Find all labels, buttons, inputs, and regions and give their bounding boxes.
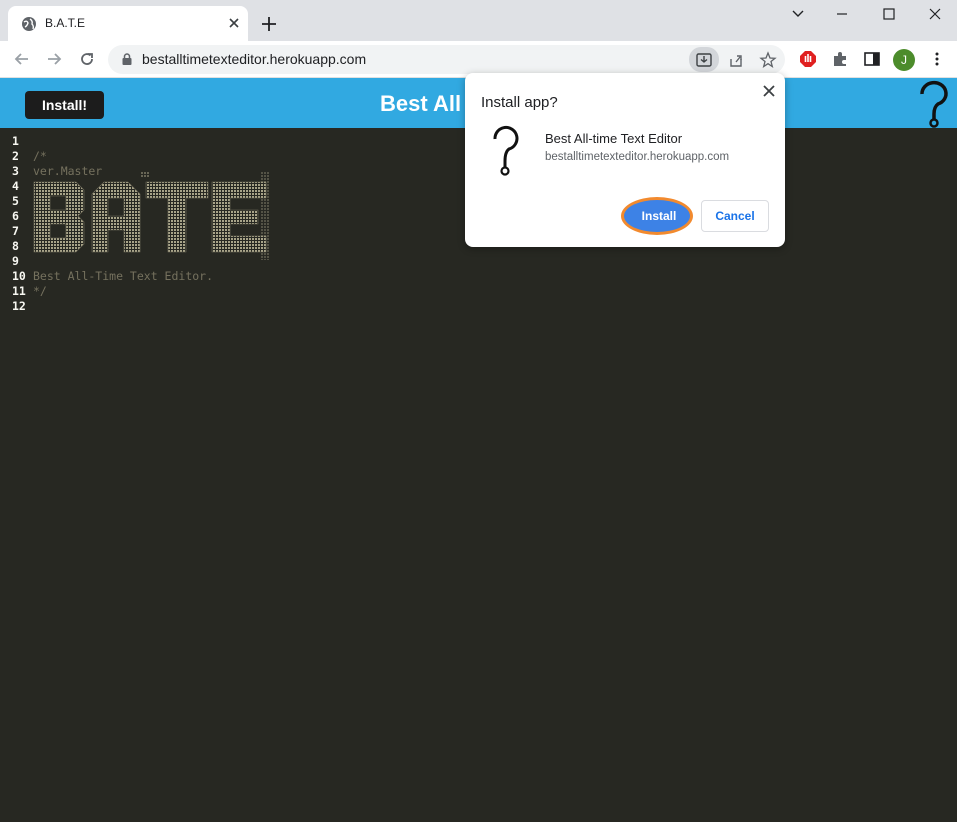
dialog-app-origin: bestalltimetexteditor.herokuapp.com bbox=[545, 151, 730, 163]
close-tab-icon[interactable] bbox=[226, 15, 242, 31]
install-icon bbox=[696, 53, 712, 67]
line-text[interactable]: */ bbox=[33, 284, 47, 299]
line-number: 12 bbox=[12, 299, 26, 313]
install-button[interactable]: Install! bbox=[25, 91, 104, 119]
app-title: Best All bbox=[380, 91, 462, 116]
dialog-install-label: Install bbox=[641, 209, 677, 223]
lock-icon[interactable] bbox=[120, 52, 134, 66]
profile-avatar[interactable]: J bbox=[893, 49, 915, 71]
line-number: 1 bbox=[12, 134, 19, 148]
share-icon[interactable] bbox=[727, 51, 745, 69]
install-app-chip[interactable] bbox=[689, 47, 719, 72]
line-number: 3 bbox=[12, 164, 19, 178]
minimize-icon[interactable] bbox=[832, 6, 852, 22]
line-number: 4 bbox=[12, 179, 19, 193]
dialog-cancel-button[interactable]: Cancel bbox=[701, 200, 769, 232]
dialog-install-button[interactable]: Install bbox=[625, 200, 693, 232]
tab-title: B.A.T.E bbox=[45, 16, 86, 30]
reload-icon[interactable] bbox=[77, 49, 97, 69]
dialog-app-name: Best All-time Text Editor bbox=[545, 131, 683, 146]
back-arrow-icon[interactable] bbox=[12, 49, 32, 69]
line-number: 5 bbox=[12, 194, 19, 208]
maximize-icon[interactable] bbox=[879, 6, 899, 22]
bate-ascii-banner bbox=[33, 172, 270, 260]
dialog-close-icon[interactable] bbox=[761, 83, 777, 99]
install-app-dialog: Install app? Best All-time Text Editor b… bbox=[465, 73, 785, 247]
adblock-extension-icon[interactable] bbox=[799, 50, 817, 68]
bookmark-star-icon[interactable] bbox=[759, 51, 777, 69]
line-number: 9 bbox=[12, 254, 19, 268]
extensions-puzzle-icon[interactable] bbox=[831, 50, 849, 68]
line-text[interactable]: Best All-Time Text Editor. bbox=[33, 269, 213, 284]
dialog-title: Install app? bbox=[481, 94, 558, 111]
close-window-icon[interactable] bbox=[925, 6, 945, 22]
globe-icon bbox=[22, 17, 36, 31]
question-mark-logo-icon bbox=[920, 80, 948, 128]
tab-strip: B.A.T.E bbox=[0, 0, 957, 41]
forward-arrow-icon[interactable] bbox=[44, 49, 64, 69]
line-number: 2 bbox=[12, 149, 19, 163]
browser-tab[interactable]: B.A.T.E bbox=[8, 6, 248, 41]
app-question-mark-icon bbox=[493, 126, 519, 176]
line-number: 8 bbox=[12, 239, 19, 253]
new-tab-icon[interactable] bbox=[259, 14, 279, 34]
line-number: 10 bbox=[12, 269, 26, 283]
address-bar[interactable]: bestalltimetexteditor.herokuapp.com bbox=[108, 45, 785, 74]
line-text[interactable]: /* bbox=[33, 149, 47, 164]
line-number: 11 bbox=[12, 284, 26, 298]
tab-search-chevron-icon[interactable] bbox=[788, 6, 808, 22]
line-number: 7 bbox=[12, 224, 19, 238]
url-text[interactable]: bestalltimetexteditor.herokuapp.com bbox=[142, 51, 366, 67]
more-menu-icon[interactable] bbox=[928, 50, 946, 68]
line-number: 6 bbox=[12, 209, 19, 223]
side-panel-icon[interactable] bbox=[863, 50, 881, 68]
